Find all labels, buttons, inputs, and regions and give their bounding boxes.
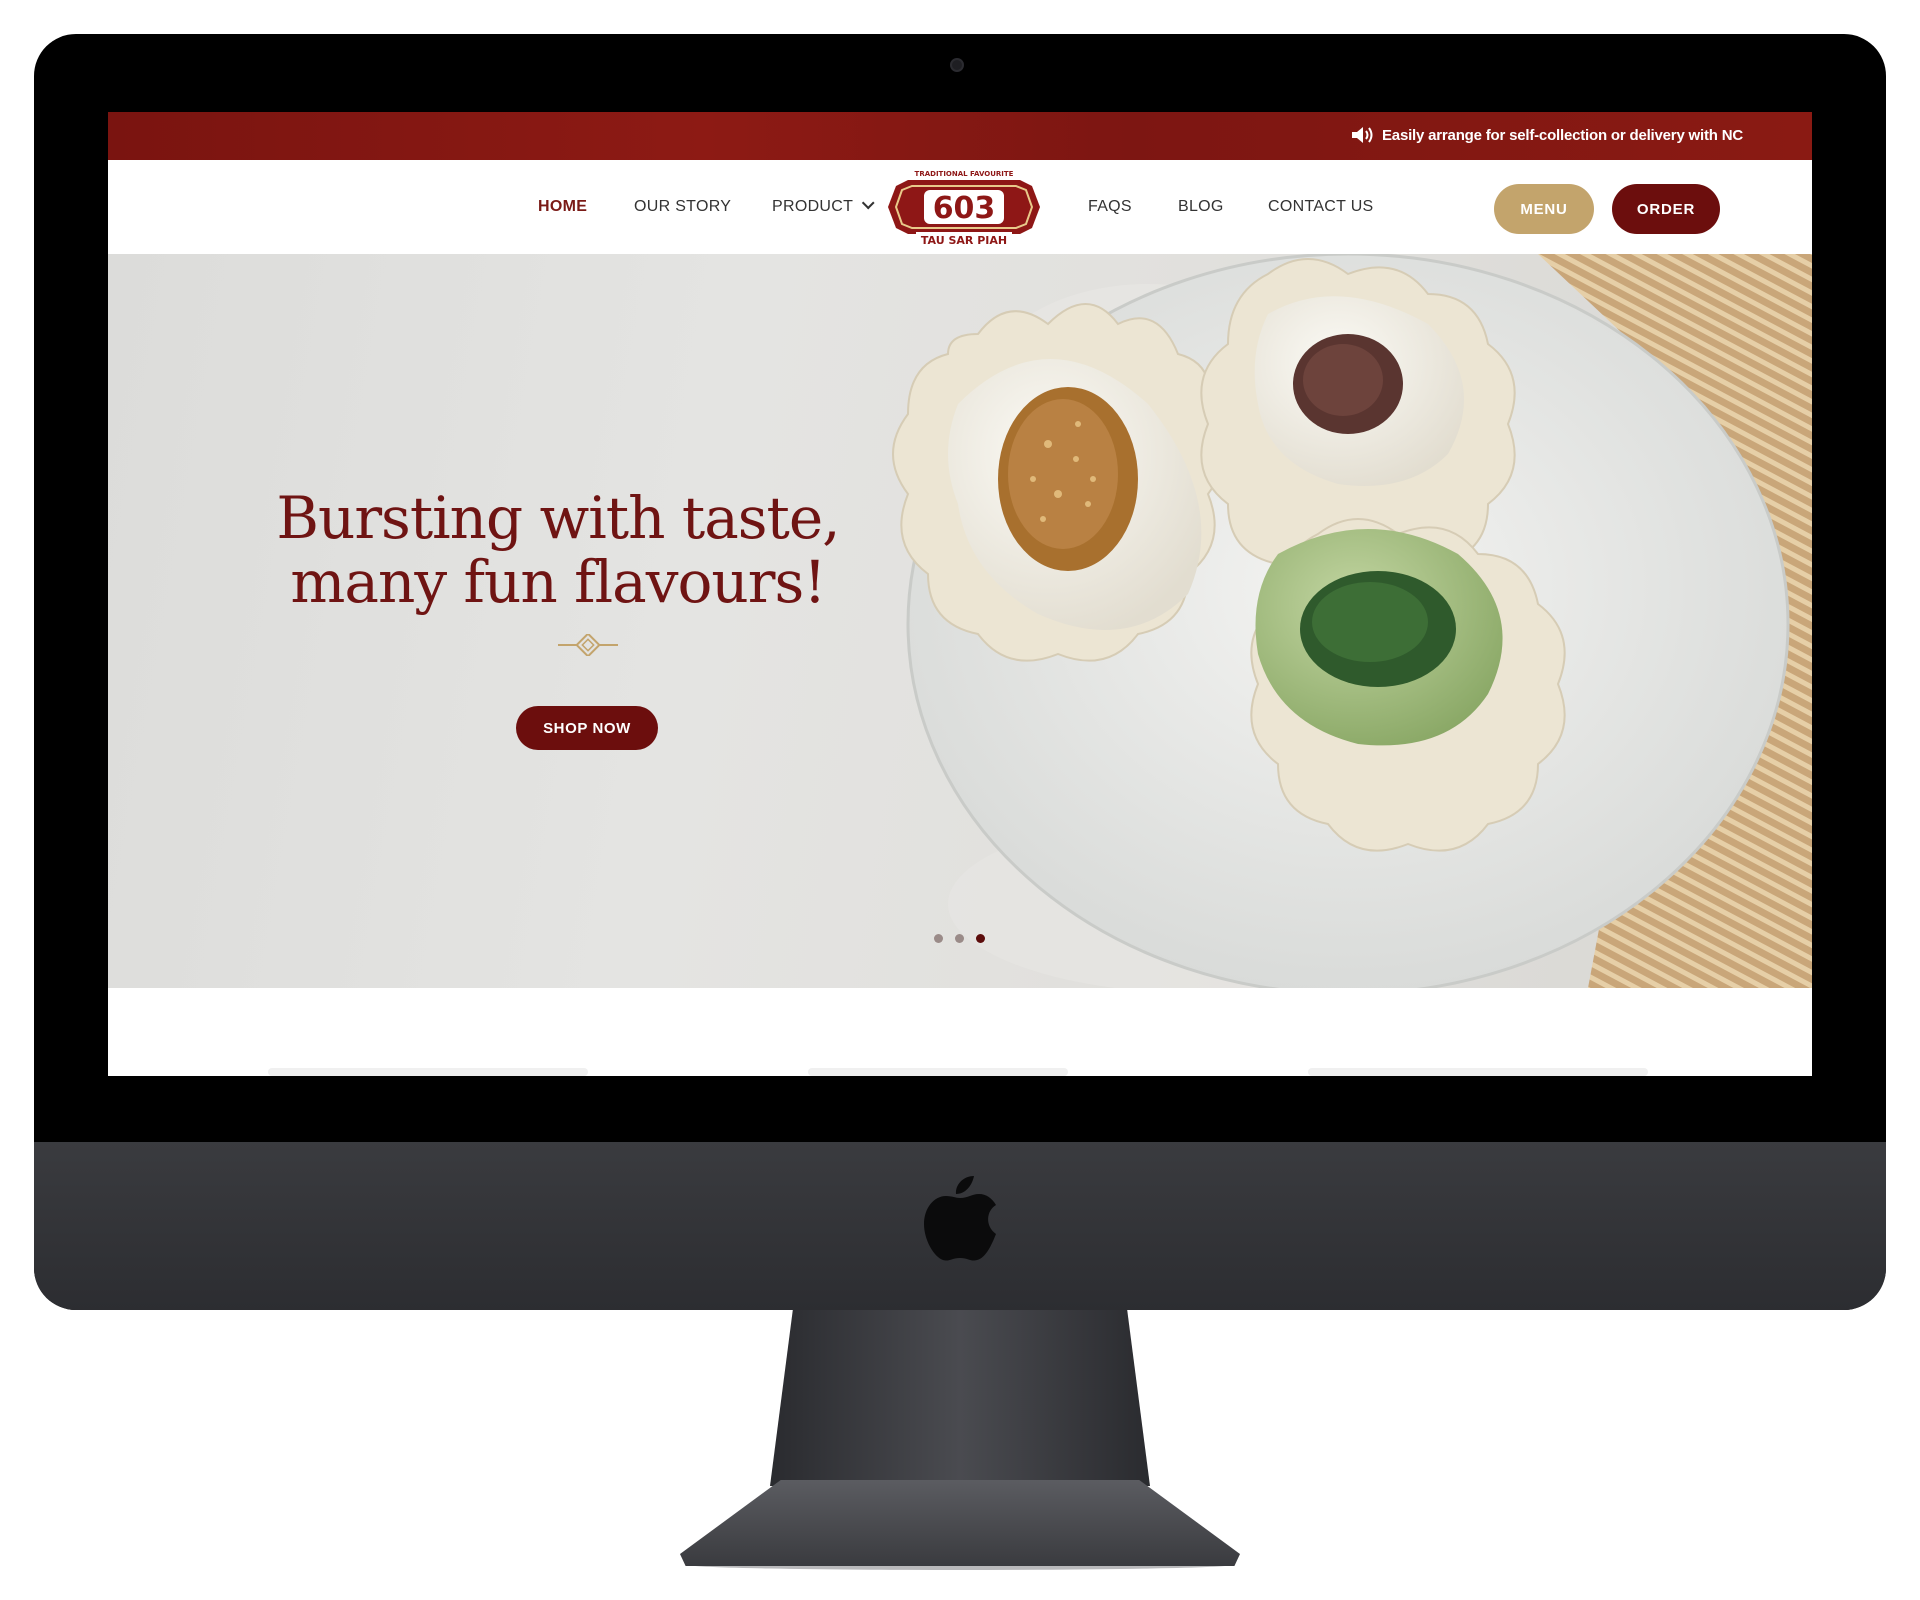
announcement-content: Easily arrange for self-collection or de… <box>1350 124 1743 146</box>
hero-title-line-1: Bursting with taste, <box>276 484 840 552</box>
below-fold-section <box>108 988 1812 1076</box>
nav-faqs[interactable]: FAQS <box>1088 198 1132 216</box>
monitor-stand-base <box>680 1480 1240 1566</box>
nav-blog[interactable]: BLOG <box>1178 198 1224 216</box>
monitor-stand-neck <box>770 1310 1150 1486</box>
hero-food-image <box>892 254 1812 988</box>
faint-content-2 <box>808 1068 1068 1076</box>
svg-text:603: 603 <box>933 191 996 226</box>
svg-text:TAU SAR PIAH: TAU SAR PIAH <box>921 234 1007 247</box>
nav-home[interactable]: HOME <box>538 198 587 216</box>
slider-dot-2[interactable] <box>955 934 964 943</box>
shop-now-button[interactable]: SHOP NOW <box>516 706 658 750</box>
order-button[interactable]: ORDER <box>1612 184 1720 234</box>
announcement-text: Easily arrange for self-collection or de… <box>1382 126 1743 144</box>
chevron-down-icon <box>862 196 875 210</box>
hero-title-line-2: many fun flavours! <box>290 548 826 616</box>
menu-button[interactable]: MENU <box>1494 184 1594 234</box>
announcement-bar: Easily arrange for self-collection or de… <box>108 112 1812 160</box>
brand-logo[interactable]: 603 TRADITIONAL FAVOURITE TAU SAR PIAH <box>886 166 1042 248</box>
slider-dot-1[interactable] <box>934 934 943 943</box>
svg-text:TRADITIONAL FAVOURITE: TRADITIONAL FAVOURITE <box>915 170 1014 178</box>
speaker-icon <box>1352 127 1373 143</box>
hero-title: Bursting with taste, many fun flavours! <box>268 486 848 614</box>
slider-dot-3[interactable] <box>976 934 985 943</box>
nav-product[interactable]: PRODUCT <box>772 196 875 216</box>
camera-icon <box>950 58 964 72</box>
faint-content-1 <box>268 1068 588 1076</box>
desktop-mockup: Easily arrange for self-collection or de… <box>0 0 1920 1600</box>
website-screen: Easily arrange for self-collection or de… <box>108 112 1812 1076</box>
main-navbar: HOME OUR STORY PRODUCT 603 TRADITIONAL F… <box>108 160 1812 254</box>
knot-ornament-icon <box>558 634 618 656</box>
nav-product-label: PRODUCT <box>772 198 854 215</box>
hero-slider: Bursting with taste, many fun flavours! … <box>108 254 1812 988</box>
nav-our-story[interactable]: OUR STORY <box>634 198 731 216</box>
apple-logo-icon <box>924 1176 996 1261</box>
faint-content-3 <box>1308 1068 1648 1076</box>
slider-dots <box>934 934 985 943</box>
nav-contact-us[interactable]: CONTACT US <box>1268 198 1374 216</box>
